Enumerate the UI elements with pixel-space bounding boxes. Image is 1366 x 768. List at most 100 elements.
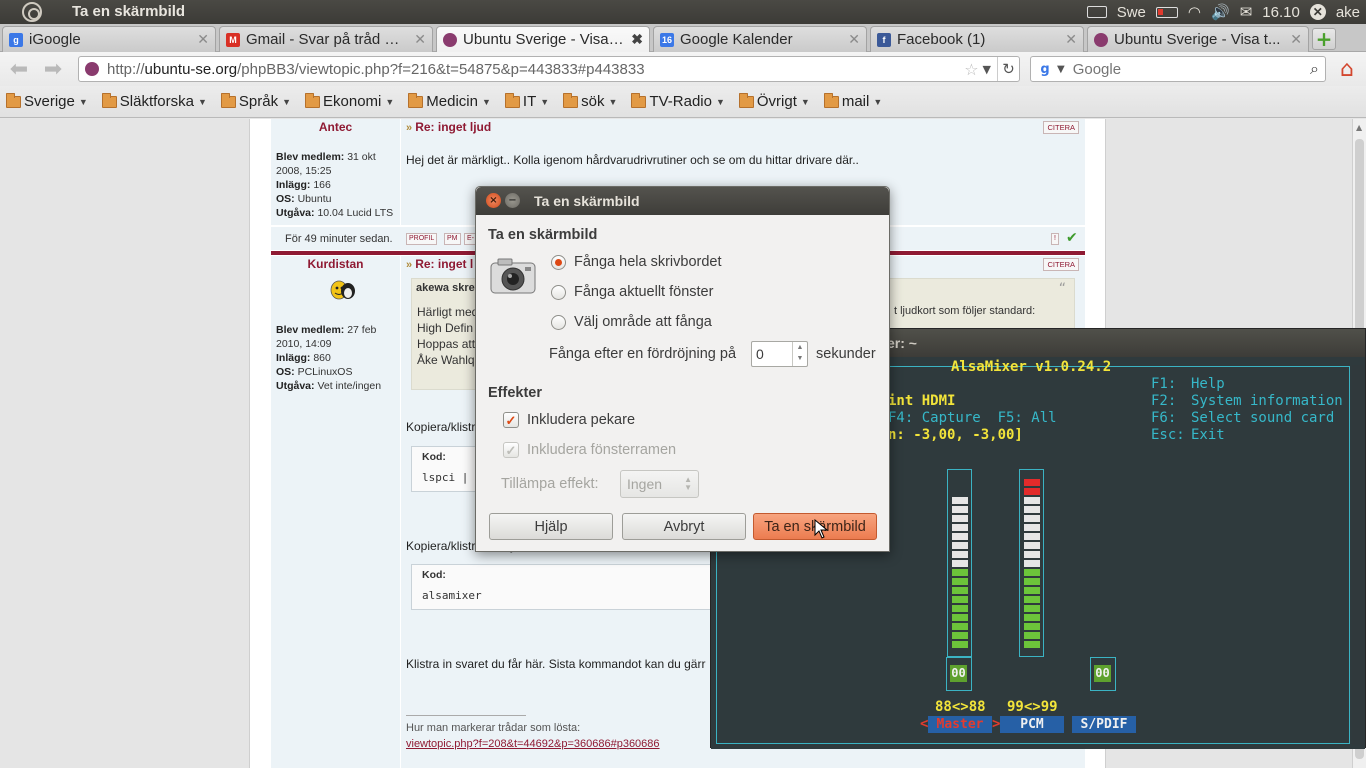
dialog-titlebar[interactable]: × − Ta en skärmbild [476,187,889,215]
post-subject[interactable]: Re: inget ljud [406,120,491,134]
url-dropdown-icon[interactable]: ▼ [983,63,991,76]
volume-segment [952,524,968,531]
bookmark-folder-ovrigt[interactable]: Övrigt ▼ [738,92,810,110]
search-input[interactable] [1072,60,1311,78]
radio-unselected[interactable] [551,314,566,330]
search-engine-dropdown-icon[interactable]: ▼ [1057,64,1065,75]
tab-facebook[interactable]: f Facebook (1) ✕ [870,26,1084,52]
include-pointer-checkbox[interactable]: ✓ Inkludera pekare [503,412,635,428]
spdif-mute-toggle[interactable]: 00 [1090,657,1116,691]
mail-icon[interactable]: ✉ [1240,5,1253,20]
delay-spinner[interactable]: ▲▼ [751,341,808,367]
bookmark-folder-sverige[interactable]: Sverige ▼ [6,92,88,110]
wifi-icon[interactable]: ◠ [1188,5,1201,20]
volume-segment [1024,479,1040,486]
post-author[interactable]: Kurdistan [271,257,400,271]
folder-icon [823,92,839,108]
bookmark-folder-mail[interactable]: mail ▼ [823,92,882,110]
screenshot-dialog[interactable]: × − Ta en skärmbild Ta en skärmbild Fång… [475,186,890,552]
checkmark-icon[interactable]: ✔ [1066,230,1078,246]
quote-button[interactable]: CITERA [1043,121,1079,134]
spinner-arrows-icon[interactable]: ▲ ▼ [792,342,807,366]
channel-pcm[interactable]: PCM [1000,716,1064,733]
tab-google-kalender[interactable]: 16 Google Kalender ✕ [653,26,867,52]
channel-master[interactable]: Master [928,716,992,733]
tab-ubuntu-sverige-active[interactable]: Ubuntu Sverige - Visa t... ✖ [436,26,650,52]
search-bar[interactable]: g ▼ ⌕ [1030,56,1326,82]
tab-close-icon[interactable]: ✕ [848,31,860,48]
url-bar[interactable]: http://ubuntu-se.org/phpBB3/viewtopic.ph… [78,56,1020,82]
ubuntu-logo-icon[interactable] [22,2,42,22]
clock[interactable]: 16.10 [1262,4,1300,21]
tab-close-icon[interactable]: ✕ [414,31,426,48]
bookmark-star-icon[interactable]: ☆ [964,60,978,79]
capture-current-window-option[interactable]: Fånga aktuellt fönster [551,284,713,300]
post-subject[interactable]: Re: inget l [406,257,473,271]
volume-icon[interactable]: 🔊 [1211,5,1230,20]
forward-arrow-icon[interactable]: ➡ [40,57,66,82]
bookmark-folder-tv-radio[interactable]: TV-Radio ▼ [631,92,725,110]
radio-unselected[interactable] [551,284,566,300]
volume-segment [952,578,968,585]
url-text[interactable]: http://ubuntu-se.org/phpBB3/viewtopic.ph… [107,61,964,78]
quote-button[interactable]: CITERA [1043,258,1079,271]
tab-close-icon[interactable]: ✕ [197,31,209,48]
volume-segment [952,605,968,612]
tab-close-icon[interactable]: ✕ [1065,31,1077,48]
tab-igoogle[interactable]: g iGoogle ✕ [2,26,216,52]
volume-segment [952,515,968,522]
capture-select-area-option[interactable]: Välj område att fånga [551,314,712,330]
session-icon[interactable]: ✕ [1309,4,1326,20]
radio-selected[interactable] [551,254,566,270]
profile-button[interactable]: PROFIL [406,233,438,245]
search-engine-google-icon[interactable]: g [1037,61,1053,77]
chevron-down-icon: ▼ [481,96,491,107]
cancel-button[interactable]: Avbryt [622,513,746,540]
profile-details: Blev medlem: 31 okt 2008, 15:25 Inlägg: … [276,151,394,219]
minimize-icon[interactable]: − [505,193,520,208]
tab-ubuntu-sverige-2[interactable]: Ubuntu Sverige - Visa t... ✕ [1087,26,1309,52]
signature-link[interactable]: viewtopic.php?f=208&t=44692&p=360686#p36… [406,738,660,750]
tab-close-icon[interactable]: ✖ [631,31,643,48]
terminal-scrollbar[interactable] [1352,365,1364,745]
bookmark-folder-medicin[interactable]: Medicin ▼ [408,92,491,110]
bookmark-folder-slaktforska[interactable]: Släktforska ▼ [101,92,207,110]
volume-segment [952,632,968,639]
quote-author: akewa skrev [416,282,481,294]
pm-button[interactable]: PM [444,233,461,245]
bookmark-folder-ekonomi[interactable]: Ekonomi ▼ [305,92,394,110]
tab-gmail[interactable]: M Gmail - Svar på tråd — ... ✕ [219,26,433,52]
keyboard-icon[interactable] [1086,6,1107,18]
post-author[interactable]: Antec [271,120,400,134]
battery-icon[interactable] [1155,6,1178,18]
bookmark-folder-sprak[interactable]: Språk ▼ [220,92,291,110]
bookmark-folder-sok[interactable]: sök ▼ [563,92,617,110]
report-button[interactable]: ! [1051,233,1059,245]
apply-effect-combo[interactable]: Ingen ▲ ▼ [620,470,699,498]
include-border-checkbox[interactable]: ✓ Inkludera fönsterramen [503,442,676,458]
master-mute-toggle[interactable]: 00 [946,657,972,691]
scroll-up-icon[interactable]: ▲ [1356,123,1362,132]
profile-details: Blev medlem: 27 feb 2010, 14:09 Inlägg: … [276,324,382,392]
checkbox-checked-disabled[interactable]: ✓ [503,442,519,458]
search-icon[interactable]: ⌕ [1310,59,1319,79]
folder-icon [408,92,424,108]
reload-icon[interactable]: ↻ [997,57,1019,81]
back-arrow-icon[interactable]: ⬅ [6,57,32,82]
site-identity-icon[interactable] [85,62,99,76]
delay-input[interactable] [756,345,792,363]
capture-whole-desktop-option[interactable]: Fånga hela skrivbordet [551,254,722,270]
keyboard-layout[interactable]: Swe [1117,4,1146,21]
home-icon[interactable]: ⌂ [1335,57,1359,82]
new-tab-button[interactable]: + [1312,28,1336,50]
channel-spdif[interactable]: S/PDIF [1072,716,1136,733]
checkbox-checked[interactable]: ✓ [503,412,519,428]
master-volume-bar[interactable] [947,469,972,657]
volume-segment [1024,569,1040,576]
help-button[interactable]: Hjälp [489,513,613,540]
bookmark-folder-it[interactable]: IT ▼ [504,92,549,110]
tab-close-icon[interactable]: ✕ [1290,31,1302,48]
close-icon[interactable]: × [486,193,501,208]
user-name[interactable]: ake [1336,4,1360,21]
pcm-volume-bar[interactable] [1019,469,1044,657]
